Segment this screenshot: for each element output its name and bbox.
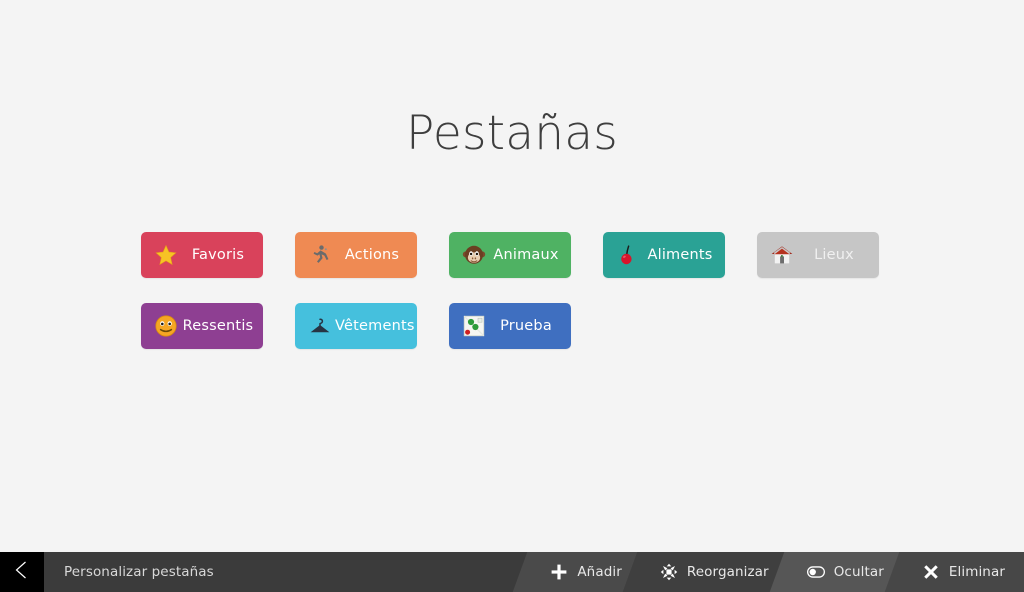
runner-icon [307, 242, 333, 268]
toolbar-actions: Añadir Reorganizar Ocultar Eliminar [531, 552, 1024, 592]
tab-chip-vetements[interactable]: Vêtements [295, 303, 417, 349]
tab-chip-actions[interactable]: Actions [295, 232, 417, 278]
delete-button-label: Eliminar [948, 564, 1005, 580]
tab-label: Ressentis [182, 318, 254, 334]
tab-label: Prueba [500, 318, 552, 334]
back-chevron-icon [11, 558, 33, 586]
photo-icon [461, 313, 487, 339]
tab-chip-ressentis[interactable]: Ressentis [141, 303, 263, 349]
plus-icon [550, 563, 568, 581]
page-title: Pestañas [406, 106, 618, 161]
back-button[interactable] [0, 552, 44, 592]
tab-chip-favoris[interactable]: Favoris [141, 232, 263, 278]
tab-label: Vêtements [335, 318, 415, 334]
tab-row: Favoris Actions Animaux Aliments Lieux [141, 232, 924, 278]
tab-row: Ressentis Vêtements Prueba [141, 303, 924, 349]
hanger-icon [307, 313, 333, 339]
tab-label: Animaux [493, 247, 559, 263]
tab-label: Actions [344, 247, 400, 263]
reorganize-button[interactable]: Reorganizar [641, 552, 788, 592]
toolbar-title: Personalizar pestañas [64, 564, 214, 580]
hide-button-label: Ocultar [833, 564, 884, 580]
tab-chip-prueba[interactable]: Prueba [449, 303, 571, 349]
main-content: Pestañas Favoris Actions Animaux Aliment… [0, 0, 1024, 552]
delete-button[interactable]: Eliminar [903, 552, 1024, 592]
add-button-label: Añadir [577, 564, 622, 580]
tab-label: Lieux [814, 247, 854, 263]
tab-label: Favoris [191, 247, 245, 263]
tab-label: Aliments [647, 247, 713, 263]
house-icon [769, 242, 795, 268]
close-x-icon [922, 563, 940, 581]
tab-chip-animaux[interactable]: Animaux [449, 232, 571, 278]
monkey-icon [461, 242, 487, 268]
tabs-grid: Favoris Actions Animaux Aliments Lieux R… [0, 232, 1024, 349]
bottom-toolbar: Personalizar pestañas Añadir Reorganizar… [0, 552, 1024, 592]
toggle-off-icon [806, 563, 825, 581]
smiley-icon [153, 313, 179, 339]
move-icon [660, 563, 678, 581]
star-icon [153, 242, 179, 268]
reorganize-button-label: Reorganizar [686, 564, 769, 580]
tab-chip-lieux[interactable]: Lieux [757, 232, 879, 278]
cherry-icon [615, 242, 641, 268]
tab-chip-aliments[interactable]: Aliments [603, 232, 725, 278]
